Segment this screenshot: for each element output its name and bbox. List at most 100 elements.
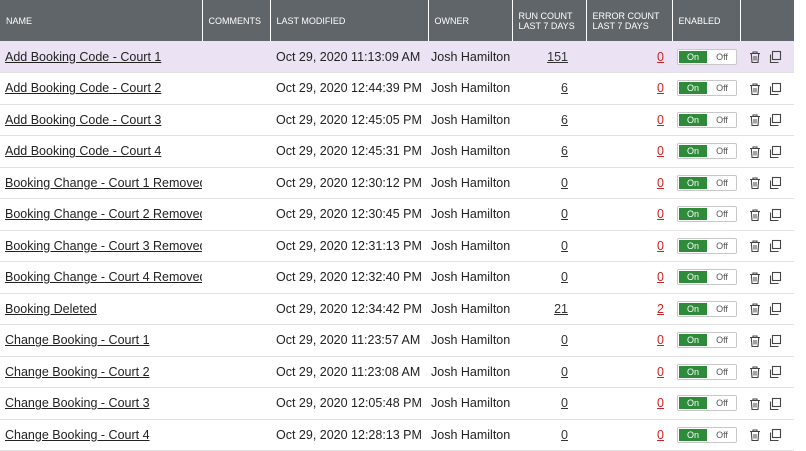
toggle-on[interactable]: On	[678, 396, 708, 411]
table-row[interactable]: Add Booking Code - Court 4 Oct 29, 2020 …	[0, 136, 794, 167]
error-count-link[interactable]: 0	[657, 207, 664, 221]
toggle-off[interactable]: Off	[708, 144, 736, 158]
trash-icon[interactable]	[748, 208, 762, 222]
row-name-link[interactable]: Change Booking - Court 4	[5, 428, 150, 442]
row-name-link[interactable]: Change Booking - Court 1	[5, 333, 150, 347]
toggle-on[interactable]: On	[678, 112, 708, 127]
toggle-on[interactable]: On	[678, 144, 708, 159]
copy-icon[interactable]	[768, 50, 782, 64]
copy-icon[interactable]	[768, 113, 782, 127]
trash-icon[interactable]	[748, 397, 762, 411]
copy-icon[interactable]	[768, 208, 782, 222]
column-header-error-count[interactable]: ERROR COUNT LAST 7 DAYS	[586, 0, 673, 41]
row-name-link[interactable]: Add Booking Code - Court 4	[5, 144, 161, 158]
table-row[interactable]: Booking Change - Court 1 Removed Oct 29,…	[0, 167, 794, 199]
table-row[interactable]: Change Booking - Court 1 Oct 29, 2020 11…	[0, 325, 794, 356]
table-row[interactable]: Change Booking - Court 3 Oct 29, 2020 12…	[0, 388, 794, 419]
run-count-link[interactable]: 21	[554, 302, 568, 316]
copy-icon[interactable]	[768, 365, 782, 379]
enabled-toggle[interactable]: On Off	[677, 395, 737, 412]
trash-icon[interactable]	[748, 428, 762, 442]
copy-icon[interactable]	[768, 302, 782, 316]
error-count-link[interactable]: 0	[657, 50, 664, 64]
enabled-toggle[interactable]: On Off	[677, 80, 737, 97]
copy-icon[interactable]	[768, 176, 782, 190]
error-count-link[interactable]: 2	[657, 302, 664, 316]
run-count-link[interactable]: 151	[547, 50, 568, 64]
error-count-link[interactable]: 0	[657, 396, 664, 410]
copy-icon[interactable]	[768, 428, 782, 442]
copy-icon[interactable]	[768, 145, 782, 159]
row-name-link[interactable]: Add Booking Code - Court 1	[5, 50, 161, 64]
toggle-off[interactable]: Off	[708, 81, 736, 95]
run-count-link[interactable]: 6	[561, 113, 568, 127]
copy-icon[interactable]	[768, 334, 782, 348]
toggle-on[interactable]: On	[678, 333, 708, 348]
table-row[interactable]: Change Booking - Court 2 Oct 29, 2020 11…	[0, 356, 794, 388]
table-row[interactable]: Change Booking - Court 4 Oct 29, 2020 12…	[0, 419, 794, 451]
toggle-off[interactable]: Off	[708, 302, 736, 316]
trash-icon[interactable]	[748, 145, 762, 159]
toggle-off[interactable]: Off	[708, 207, 736, 221]
row-name-link[interactable]: Booking Change - Court 2 Removed	[5, 207, 202, 221]
error-count-link[interactable]: 0	[657, 81, 664, 95]
toggle-off[interactable]: Off	[708, 365, 736, 379]
toggle-off[interactable]: Off	[708, 270, 736, 284]
error-count-link[interactable]: 0	[657, 333, 664, 347]
error-count-link[interactable]: 0	[657, 270, 664, 284]
trash-icon[interactable]	[748, 334, 762, 348]
row-name-link[interactable]: Booking Change - Court 3 Removed	[5, 239, 202, 253]
toggle-on[interactable]: On	[678, 207, 708, 222]
table-row[interactable]: Add Booking Code - Court 2 Oct 29, 2020 …	[0, 73, 794, 104]
error-count-link[interactable]: 0	[657, 176, 664, 190]
row-name-link[interactable]: Add Booking Code - Court 3	[5, 113, 161, 127]
enabled-toggle[interactable]: On Off	[677, 206, 737, 223]
table-row[interactable]: Booking Deleted Oct 29, 2020 12:34:42 PM…	[0, 293, 794, 325]
table-row[interactable]: Booking Change - Court 3 Removed Oct 29,…	[0, 230, 794, 262]
error-count-link[interactable]: 0	[657, 239, 664, 253]
error-count-link[interactable]: 0	[657, 365, 664, 379]
column-header-owner[interactable]: OWNER	[428, 0, 513, 41]
copy-icon[interactable]	[768, 397, 782, 411]
run-count-link[interactable]: 0	[561, 207, 568, 221]
trash-icon[interactable]	[748, 50, 762, 64]
run-count-link[interactable]: 0	[561, 270, 568, 284]
row-name-link[interactable]: Booking Change - Court 4 Removed	[5, 270, 202, 284]
toggle-on[interactable]: On	[678, 301, 708, 316]
column-header-last-modified[interactable]: LAST MODIFIED	[270, 0, 429, 41]
run-count-link[interactable]: 0	[561, 365, 568, 379]
toggle-off[interactable]: Off	[708, 333, 736, 347]
enabled-toggle[interactable]: On Off	[677, 48, 737, 65]
toggle-off[interactable]: Off	[708, 113, 736, 127]
trash-icon[interactable]	[748, 271, 762, 285]
toggle-on[interactable]: On	[678, 81, 708, 96]
row-name-link[interactable]: Booking Deleted	[5, 302, 97, 316]
toggle-off[interactable]: Off	[708, 428, 736, 442]
table-row[interactable]: Add Booking Code - Court 3 Oct 29, 2020 …	[0, 104, 794, 136]
run-count-link[interactable]: 6	[561, 144, 568, 158]
trash-icon[interactable]	[748, 82, 762, 96]
run-count-link[interactable]: 0	[561, 396, 568, 410]
copy-icon[interactable]	[768, 82, 782, 96]
row-name-link[interactable]: Change Booking - Court 2	[5, 365, 150, 379]
toggle-off[interactable]: Off	[708, 50, 736, 64]
column-header-comments[interactable]: COMMENTS	[202, 0, 271, 41]
enabled-toggle[interactable]: On Off	[677, 332, 737, 349]
enabled-toggle[interactable]: On Off	[677, 300, 737, 317]
toggle-on[interactable]: On	[678, 364, 708, 379]
enabled-toggle[interactable]: On Off	[677, 237, 737, 254]
column-header-name[interactable]: NAME	[0, 0, 203, 41]
toggle-off[interactable]: Off	[708, 176, 736, 190]
table-row[interactable]: Add Booking Code - Court 1 Oct 29, 2020 …	[0, 41, 794, 73]
copy-icon[interactable]	[768, 271, 782, 285]
run-count-link[interactable]: 0	[561, 176, 568, 190]
row-name-link[interactable]: Change Booking - Court 3	[5, 396, 150, 410]
toggle-on[interactable]: On	[678, 427, 708, 442]
run-count-link[interactable]: 0	[561, 333, 568, 347]
row-name-link[interactable]: Booking Change - Court 1 Removed	[5, 176, 202, 190]
enabled-toggle[interactable]: On Off	[677, 363, 737, 380]
trash-icon[interactable]	[748, 302, 762, 316]
trash-icon[interactable]	[748, 239, 762, 253]
trash-icon[interactable]	[748, 176, 762, 190]
toggle-on[interactable]: On	[678, 270, 708, 285]
